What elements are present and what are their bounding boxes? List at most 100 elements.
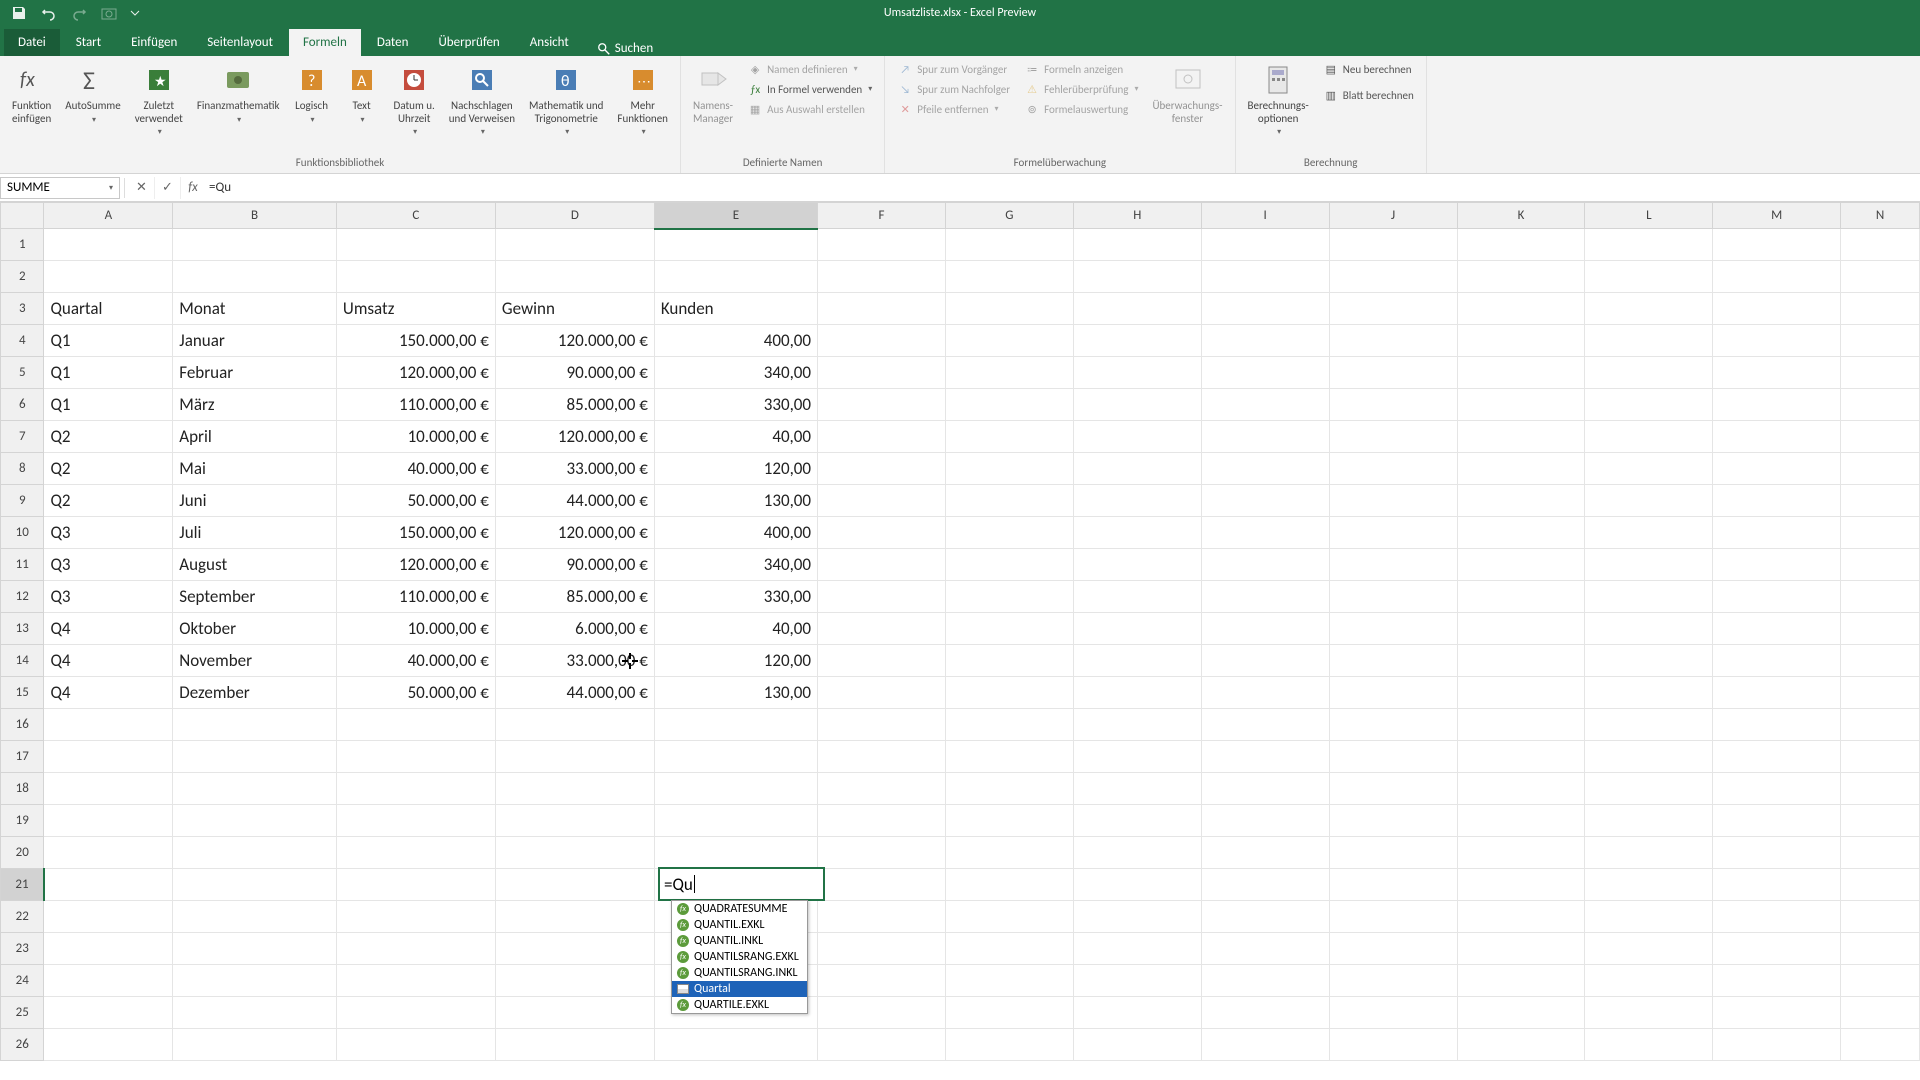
cell[interactable] [44,837,173,869]
cell[interactable] [1457,805,1585,837]
autocomplete-item[interactable]: fxQUANTIL.EXKL [672,917,807,933]
recently-used-button[interactable]: ★ Zuletzt verwendet▾ [131,60,187,139]
cell[interactable] [1201,901,1329,933]
cell[interactable] [1713,837,1841,869]
cell[interactable] [336,261,495,293]
row-header[interactable]: 12 [1,581,44,613]
cell[interactable] [818,581,946,613]
cell[interactable] [1201,997,1329,1029]
cell[interactable] [1201,389,1329,421]
cell[interactable]: 40,00 [654,421,817,453]
cell[interactable] [1457,933,1585,965]
watch-window-button[interactable]: Überwachungs- fenster [1148,60,1226,127]
cell[interactable] [818,933,946,965]
cell[interactable] [945,741,1073,773]
cell[interactable] [336,229,495,261]
spreadsheet-grid[interactable]: ABCDEFGHIJKLMN123QuartalMonatUmsatzGewin… [0,202,1920,1061]
cell[interactable] [1585,549,1713,581]
column-header[interactable]: H [1073,203,1201,229]
cell[interactable] [818,389,946,421]
cell[interactable] [1585,453,1713,485]
cell[interactable] [1457,389,1585,421]
row-header[interactable]: 24 [1,965,44,997]
cell[interactable] [1585,709,1713,741]
cell[interactable] [818,293,946,325]
cell[interactable] [1073,293,1201,325]
cell[interactable] [1073,741,1201,773]
cell[interactable] [1585,837,1713,869]
cell[interactable] [945,805,1073,837]
cell[interactable] [44,901,173,933]
cell[interactable] [1457,517,1585,549]
calculation-options-button[interactable]: Berechnungs- optionen▾ [1244,60,1313,139]
cell[interactable] [1585,677,1713,709]
cell[interactable] [818,613,946,645]
cell[interactable] [1457,837,1585,869]
name-manager-button[interactable]: Namens- Manager [689,60,737,127]
cell[interactable] [818,229,946,261]
cell[interactable]: Kunden [654,293,817,325]
cell[interactable]: 400,00 [654,325,817,357]
cell[interactable] [818,485,946,517]
cell[interactable] [1329,645,1457,677]
math-button[interactable]: θ Mathematik und Trigonometrie▾ [525,60,607,139]
cell[interactable] [1329,485,1457,517]
row-header[interactable]: 9 [1,485,44,517]
cell[interactable]: 120,00 [654,453,817,485]
cell[interactable] [1841,389,1920,421]
cell[interactable] [1329,677,1457,709]
cell[interactable] [173,1029,337,1061]
cell[interactable] [336,773,495,805]
cell[interactable]: Gewinn [495,293,654,325]
more-functions-button[interactable]: ⋯ Mehr Funktionen▾ [613,60,672,139]
cell[interactable] [1329,229,1457,261]
cell[interactable] [818,421,946,453]
cell[interactable] [1329,1029,1457,1061]
row-header[interactable]: 4 [1,325,44,357]
cell[interactable]: Februar [173,357,337,389]
autocomplete-item[interactable]: Quartal [672,981,807,997]
cell[interactable] [1713,645,1841,677]
row-header[interactable]: 18 [1,773,44,805]
cell[interactable]: Juni [173,485,337,517]
cell[interactable] [1585,293,1713,325]
row-header[interactable]: 10 [1,517,44,549]
fx-label[interactable]: fx [181,180,205,195]
cell[interactable] [1201,453,1329,485]
cell[interactable] [945,229,1073,261]
cell[interactable] [495,261,654,293]
cell[interactable] [1713,421,1841,453]
column-header[interactable]: C [336,203,495,229]
use-in-formula-button[interactable]: ƒxIn Formel verwenden▾ [743,80,876,98]
cell[interactable]: 120.000,00 € [495,517,654,549]
cell[interactable] [1073,581,1201,613]
cell[interactable]: Q2 [44,453,173,485]
cell[interactable] [1841,773,1920,805]
cell[interactable] [945,613,1073,645]
cell[interactable] [1329,453,1457,485]
cell[interactable] [1073,453,1201,485]
cell[interactable] [1585,933,1713,965]
cell[interactable] [945,293,1073,325]
cell[interactable] [1841,805,1920,837]
cell[interactable]: 40,00 [654,613,817,645]
cell[interactable] [1073,709,1201,741]
cell[interactable] [1329,965,1457,997]
cell[interactable] [495,229,654,261]
cell[interactable] [1841,613,1920,645]
cell[interactable] [818,965,946,997]
cell[interactable] [1329,613,1457,645]
column-header[interactable]: G [945,203,1073,229]
cell[interactable] [173,261,337,293]
cell[interactable] [495,837,654,869]
cell[interactable]: Monat [173,293,337,325]
cell[interactable] [1841,1029,1920,1061]
insert-function-button[interactable]: fx Funktion einfügen [8,60,55,127]
cell[interactable] [1073,933,1201,965]
cell[interactable]: 120.000,00 € [336,549,495,581]
cell[interactable]: März [173,389,337,421]
cell[interactable] [1457,997,1585,1029]
cell[interactable] [1073,805,1201,837]
cell[interactable] [173,933,337,965]
cell[interactable] [1201,613,1329,645]
